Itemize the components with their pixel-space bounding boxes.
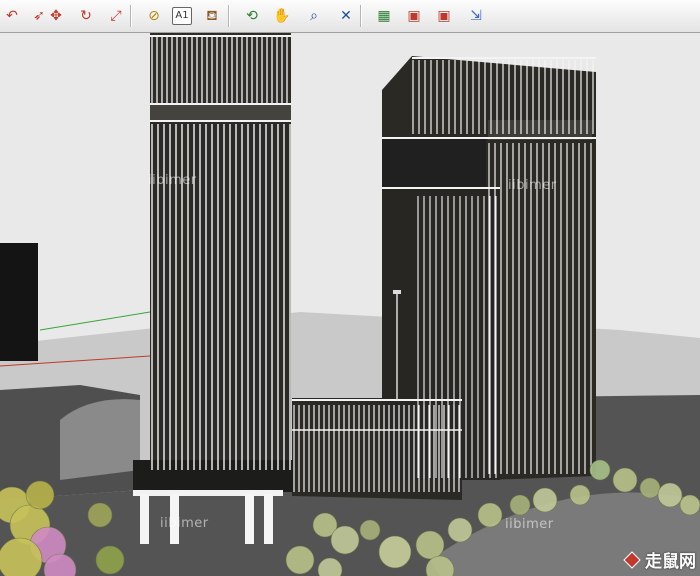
- watermark: iibimer: [160, 516, 209, 531]
- background-building: [0, 243, 38, 361]
- warehouse-share-icon[interactable]: ▣: [432, 4, 456, 28]
- tape-measure-icon[interactable]: ⊘: [142, 4, 166, 28]
- site-logo: 走鼠网: [622, 547, 696, 572]
- logo-mark-icon: [623, 550, 641, 569]
- lamp-head: [393, 290, 401, 294]
- orbit-icon[interactable]: ⟲: [240, 4, 264, 28]
- paint-bucket-icon[interactable]: ⛾: [200, 4, 224, 28]
- logo-text: 走鼠网: [645, 552, 696, 572]
- watermark: iibimer: [505, 517, 554, 532]
- move-icon[interactable]: ✥: [44, 4, 68, 28]
- toolbar: ↶ ➶ ✥ ↻ ⤢ ⊘ A1 ⛾ ⟲ ✋ ⌕ ✕ ▦ ▣ ▣ ⇲: [0, 0, 700, 33]
- toolbar-separator: [228, 5, 230, 27]
- orbit-arrow-icon[interactable]: ↶: [0, 4, 24, 28]
- toolbar-separator: [360, 5, 362, 27]
- warehouse-get-icon[interactable]: ▣: [402, 4, 426, 28]
- zoom-extents-icon[interactable]: ✕: [334, 4, 358, 28]
- text-icon[interactable]: A1: [172, 7, 192, 25]
- scene-svg[interactable]: [0, 33, 700, 576]
- watermark: iibimer: [148, 173, 197, 188]
- map-icon[interactable]: ▦: [372, 4, 396, 28]
- zoom-icon[interactable]: ⌕: [302, 4, 326, 28]
- scale-icon[interactable]: ⤢: [104, 4, 128, 28]
- model-viewport[interactable]: iibimer iibimer iibimer iibimer 走鼠网: [0, 33, 700, 576]
- toolbar-separator: [130, 5, 132, 27]
- rotate-icon[interactable]: ↻: [74, 4, 98, 28]
- watermark: iibimer: [508, 178, 557, 193]
- pan-hand-icon[interactable]: ✋: [270, 4, 294, 28]
- export-icon[interactable]: ⇲: [464, 4, 488, 28]
